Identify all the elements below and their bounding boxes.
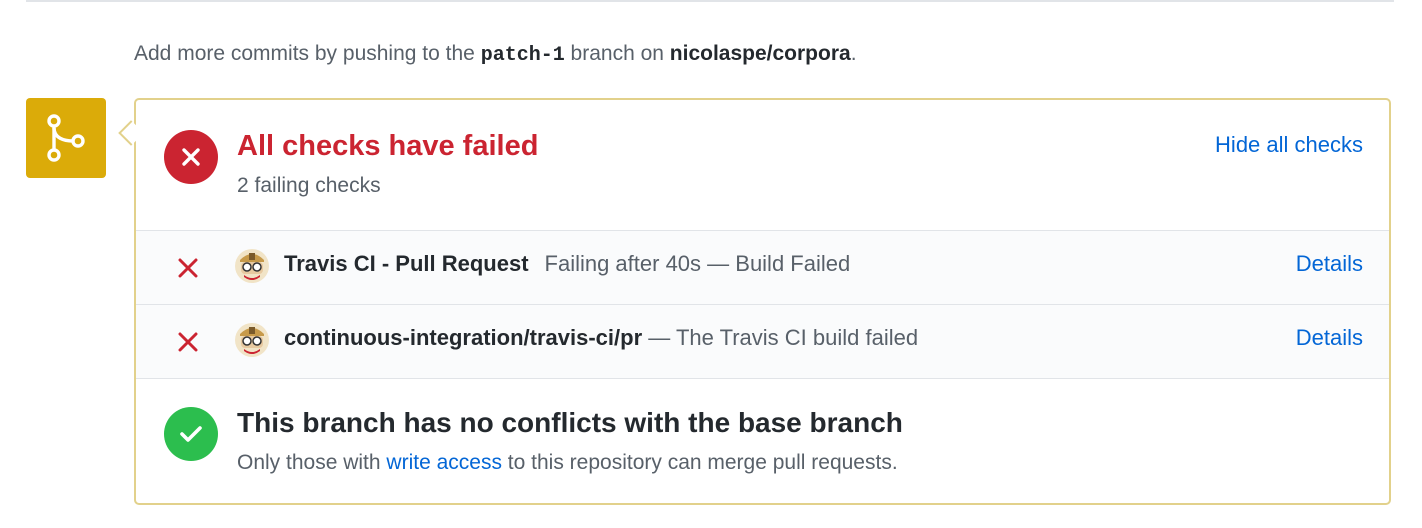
check-row: Travis CI - Pull Request Failing after 40… — [136, 231, 1389, 305]
check-status-text: Failing after 40s — Build Failed — [544, 251, 851, 276]
push-hint: Add more commits by pushing to the patch… — [134, 40, 857, 70]
push-hint-prefix: Add more commits by pushing to the — [134, 42, 475, 65]
check-row: continuous-integration/travis-ci/pr — Th… — [136, 305, 1389, 379]
mergeability-section: This branch has no conflicts with the ba… — [136, 379, 1389, 503]
merge-status-panel: All checks have failed 2 failing checks … — [134, 98, 1391, 505]
mergeability-note-prefix: Only those with — [237, 451, 381, 474]
fail-status-icon — [164, 130, 218, 184]
push-hint-suffix: . — [850, 42, 857, 65]
check-status-text: — The Travis CI build failed — [648, 325, 919, 350]
check-icon — [180, 426, 202, 442]
mergeability-note: Only those with write access to this rep… — [237, 451, 898, 475]
mergeability-title: This branch has no conflicts with the ba… — [237, 407, 903, 438]
check-description: continuous-integration/travis-ci/pr — Th… — [284, 325, 918, 351]
check-description: Travis CI - Pull Request Failing after 40… — [284, 251, 850, 277]
check-context: Travis CI - Pull Request — [284, 251, 529, 276]
write-access-link[interactable]: write access — [386, 451, 502, 474]
details-link[interactable]: Details — [1296, 325, 1363, 351]
x-icon — [178, 332, 198, 357]
travis-ci-avatar[interactable] — [234, 248, 270, 284]
mergeability-note-suffix: to this repository can merge pull reques… — [507, 451, 898, 474]
checks-status-count: 2 failing checks — [237, 174, 381, 197]
travis-ci-avatar[interactable] — [234, 322, 270, 358]
timeline-divider — [26, 0, 1394, 2]
git-merge-icon — [26, 98, 106, 178]
branch-name: patch-1 — [480, 44, 565, 67]
check-context: continuous-integration/travis-ci/pr — [284, 325, 643, 350]
push-hint-middle: branch on — [570, 42, 664, 65]
x-icon — [182, 148, 200, 166]
checks-summary: All checks have failed 2 failing checks … — [136, 100, 1389, 231]
checks-status-title: All checks have failed — [237, 130, 539, 162]
x-icon — [178, 258, 198, 283]
hide-all-checks-link[interactable]: Hide all checks — [1215, 132, 1363, 158]
success-status-icon — [164, 407, 218, 461]
repo-name: nicolaspe/corpora — [669, 42, 851, 65]
details-link[interactable]: Details — [1296, 251, 1363, 277]
